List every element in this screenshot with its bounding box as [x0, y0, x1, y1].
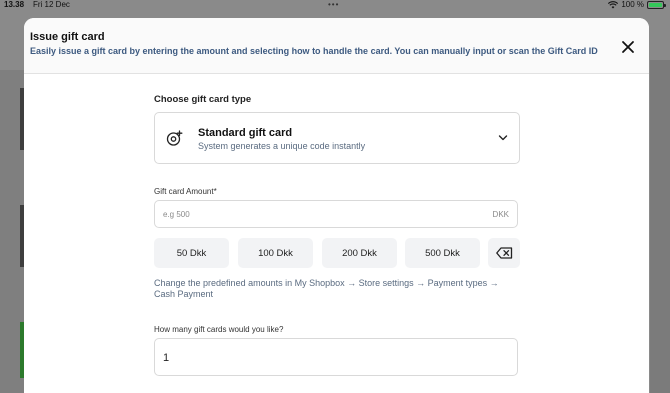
backspace-icon: [495, 247, 512, 259]
battery-icon: [647, 0, 666, 9]
multitasking-dots[interactable]: •••: [328, 0, 339, 9]
wifi-icon: [608, 0, 619, 8]
quantity-label: How many gift cards would you like?: [154, 325, 284, 334]
preset-amounts: 50 Dkk 100 Dkk 200 Dkk 500 Dkk: [154, 238, 520, 268]
chevron-down-icon: [498, 135, 508, 141]
quantity-input[interactable]: 1: [154, 338, 518, 376]
status-time: 13.38: [4, 0, 25, 9]
predefined-amounts-hint: Change the predefined amounts in My Shop…: [154, 278, 499, 299]
modal-header: Issue gift card Easily issue a gift card…: [24, 18, 649, 74]
gift-card-type-description: System generates a unique code instantly: [198, 141, 366, 151]
issue-gift-card-modal: Issue gift card Easily issue a gift card…: [24, 18, 649, 393]
quantity-value: 1: [163, 352, 170, 364]
close-icon[interactable]: [621, 40, 635, 54]
modal-content: Choose gift card type Standard gift card…: [154, 94, 520, 376]
preset-50-button[interactable]: 50 Dkk: [154, 238, 229, 268]
modal-subtitle: Easily issue a gift card by entering the…: [30, 46, 598, 56]
preset-200-button[interactable]: 200 Dkk: [322, 238, 397, 268]
gift-card-type-label: Choose gift card type: [154, 94, 252, 105]
gift-card-type-select[interactable]: Standard gift card System generates a un…: [154, 112, 520, 164]
status-date: Fri 12 Dec: [33, 0, 70, 9]
amount-input[interactable]: e.g 500 DKK: [154, 200, 518, 228]
status-bar: 13.38 Fri 12 Dec ••• 100 %: [0, 0, 670, 12]
gift-card-type-title: Standard gift card: [198, 127, 293, 139]
preset-100-button[interactable]: 100 Dkk: [238, 238, 313, 268]
modal-title: Issue gift card: [30, 31, 105, 43]
status-right: 100 %: [608, 0, 666, 9]
backspace-button[interactable]: [488, 238, 520, 268]
preset-500-button[interactable]: 500 Dkk: [405, 238, 480, 268]
background-app-right: [650, 60, 670, 393]
battery-percent: 100 %: [621, 0, 644, 9]
battery-level-fill: [649, 2, 662, 7]
amount-label: Gift card Amount*: [154, 187, 217, 196]
amount-placeholder: e.g 500: [163, 210, 190, 219]
gift-card-target-icon: [166, 130, 183, 146]
amount-currency: DKK: [492, 210, 509, 219]
